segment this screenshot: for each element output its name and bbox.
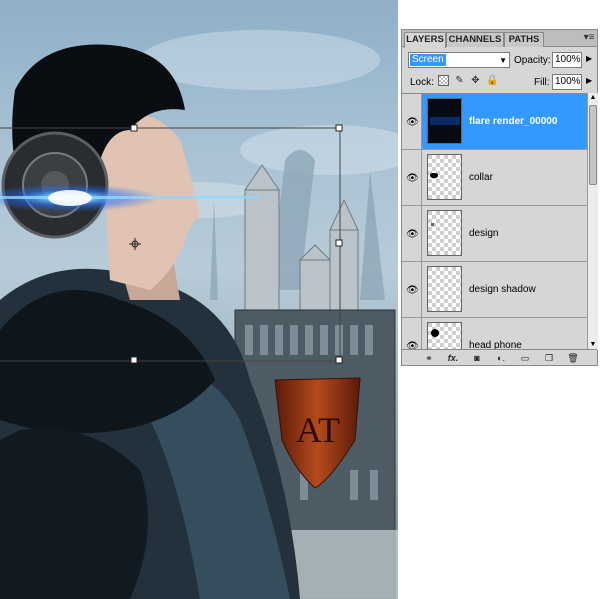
link-icon[interactable]: ⚭ [422,352,436,364]
shield-text: AT [296,410,340,450]
panel-menu-icon[interactable]: ▾≡ [583,32,595,44]
panel-bottom-bar: ⚭ fx. ◙ ◐. ▭ ❐ 🗑 [402,349,597,365]
visibility-toggle[interactable]: 👁 [402,318,422,350]
layer-row[interactable]: 👁 head phone [402,318,587,350]
lock-label: Lock: [410,77,434,88]
layer-list: 👁 flare render_00000 👁 collar 👁 design 👁… [402,93,587,350]
visibility-toggle[interactable]: 👁 [402,262,422,317]
tab-layers[interactable]: LAYERS [404,32,446,48]
blend-mode-select[interactable]: Screen ▼ [408,52,510,68]
layers-panel: LAYERS CHANNELS PATHS ▾≡ Screen ▼ Opacit… [401,29,598,366]
visibility-toggle[interactable]: 👁 [402,94,422,149]
group-icon[interactable]: ▭ [518,352,532,364]
eye-icon: 👁 [406,117,419,128]
new-layer-icon[interactable]: ❐ [542,352,556,364]
opacity-slider-arrow-icon[interactable]: ▶ [586,54,592,63]
lock-position-move-icon[interactable]: ✥ [470,75,481,86]
eye-icon: 👁 [406,173,419,184]
adjustment-icon[interactable]: ◐. [494,352,508,364]
layer-row[interactable]: 👁 design shadow [402,262,587,318]
layer-name: collar [469,172,493,183]
layer-thumbnail [427,266,462,312]
layer-name: design shadow [469,284,536,295]
layer-name: design [469,228,499,239]
opacity-label: Opacity: [514,55,551,66]
panel-tabs: LAYERS CHANNELS PATHS ▾≡ [402,30,597,48]
tab-channels[interactable]: CHANNELS [446,32,504,47]
tab-paths[interactable]: PATHS [504,32,544,47]
scroll-thumb[interactable] [589,105,597,185]
fill-slider-arrow-icon[interactable]: ▶ [586,76,592,85]
layer-thumbnail [427,210,462,256]
chevron-down-icon: ▼ [499,56,507,65]
document-canvas[interactable]: AT [0,0,398,599]
scroll-up-arrow-icon[interactable]: ▲ [588,93,598,103]
layer-name: flare render_00000 [469,116,558,127]
visibility-toggle[interactable]: 👁 [402,206,422,261]
layer-row[interactable]: 👁 collar [402,150,587,206]
eye-icon: 👁 [406,229,419,240]
blend-mode-value: Screen [410,54,446,66]
layer-list-scrollbar[interactable]: ▲ ▼ [587,93,598,350]
lock-all-icon[interactable]: 🔒 [486,75,498,86]
artwork: AT [0,30,398,599]
layer-row[interactable]: 👁 flare render_00000 [402,94,587,150]
layer-row[interactable]: 👁 design [402,206,587,262]
fill-input[interactable]: 100% [552,74,582,90]
fx-icon[interactable]: fx. [446,352,460,364]
lock-pixels-brush-icon[interactable]: ✎ [454,75,465,86]
opacity-input[interactable]: 100% [552,52,582,68]
eye-icon: 👁 [406,285,419,296]
layer-thumbnail [427,98,462,144]
layer-thumbnail [427,154,462,200]
lock-transparency-icon[interactable] [438,75,449,86]
layer-thumbnail [427,322,462,350]
mask-icon[interactable]: ◙ [470,352,484,364]
visibility-toggle[interactable]: 👁 [402,150,422,205]
fill-label: Fill: [534,77,550,88]
trash-icon[interactable]: 🗑 [566,352,580,364]
